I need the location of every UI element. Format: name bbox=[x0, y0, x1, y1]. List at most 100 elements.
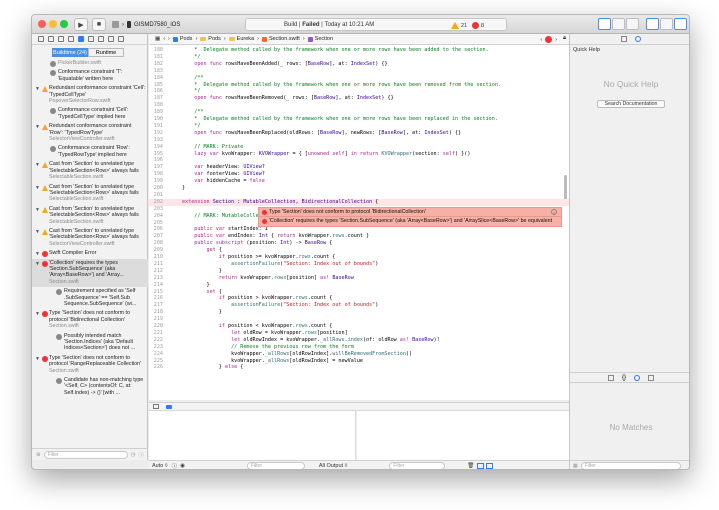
code-line[interactable]: let oldRow = kvoWrapper.rows[position] bbox=[182, 330, 348, 336]
grid-icon[interactable]: ▦ bbox=[573, 463, 578, 469]
object-library-icon[interactable] bbox=[634, 374, 640, 381]
disclosure-triangle-icon[interactable]: ▼ bbox=[35, 356, 40, 362]
code-line[interactable]: * Delegate method called by the framewor… bbox=[182, 116, 498, 122]
code-line[interactable]: var hiddenCache = false bbox=[182, 178, 265, 184]
warning-badge[interactable]: 21 bbox=[451, 22, 467, 29]
code-line[interactable]: } bbox=[182, 268, 222, 274]
file-template-icon[interactable] bbox=[607, 374, 614, 381]
issue-item[interactable]: ▼ Cast from 'Section' to unrelated type '… bbox=[32, 227, 148, 249]
split-left-icon[interactable] bbox=[477, 463, 485, 469]
code-line[interactable]: public var endIndex: Int { return kvoWra… bbox=[182, 233, 369, 239]
code-line[interactable]: */ bbox=[182, 123, 200, 129]
breadcrumb-pods-folder[interactable]: Pods bbox=[200, 36, 221, 42]
eye-icon[interactable]: ◉ bbox=[180, 463, 185, 469]
code-line[interactable]: assertionFailure("Section: Index out of … bbox=[182, 261, 378, 267]
test-navigator-icon[interactable] bbox=[88, 36, 94, 42]
breakpoints-toggle-icon[interactable] bbox=[166, 405, 172, 409]
media-library-icon[interactable] bbox=[648, 374, 654, 381]
code-line[interactable]: open func rowsHaveBeenReplaced(oldRows: … bbox=[182, 130, 461, 136]
file-inspector-icon[interactable] bbox=[620, 36, 627, 42]
issue-item[interactable]: PickerBuilder.swift bbox=[32, 59, 148, 68]
previous-issue-icon[interactable]: ‹ bbox=[540, 37, 542, 43]
issue-stepper[interactable]: ‹ › bbox=[540, 36, 557, 43]
issue-item[interactable]: Conformance constraint 'T': 'Equatable' … bbox=[32, 68, 148, 84]
breadcrumb-file[interactable]: Section.swift bbox=[261, 36, 300, 42]
close-error-icon[interactable]: × bbox=[551, 208, 557, 215]
version-editor-button[interactable] bbox=[626, 18, 639, 30]
code-line[interactable]: // MARK: Private bbox=[182, 144, 243, 150]
close-window-button[interactable] bbox=[38, 20, 46, 28]
code-line[interactable]: */ bbox=[182, 54, 200, 60]
breadcrumb-symbol[interactable]: Section bbox=[307, 36, 333, 42]
project-navigator-icon[interactable] bbox=[38, 36, 44, 42]
code-line[interactable]: var footerView: UIView? bbox=[182, 171, 265, 177]
issue-item[interactable]: Possibly intended match 'Section.Indices… bbox=[32, 332, 148, 354]
recent-icon[interactable]: ◷ bbox=[131, 452, 136, 458]
code-line[interactable]: /** bbox=[182, 75, 203, 81]
code-line[interactable]: if position > kvoWrapper.rows.count { bbox=[182, 295, 333, 301]
code-line[interactable]: public subscript (position: Int) -> Base… bbox=[182, 240, 332, 246]
hide-debug-icon[interactable] bbox=[153, 404, 159, 409]
trash-icon[interactable]: 🗑︎ bbox=[467, 463, 474, 469]
code-line[interactable]: // MARK: MutableCollecti bbox=[182, 213, 268, 219]
code-line[interactable]: let oldRowIndex = kvoWrapper._allRows.in… bbox=[182, 337, 440, 343]
issue-item[interactable]: ▼ Cast from 'Section' to unrelated type '… bbox=[32, 160, 148, 182]
symbol-navigator-icon[interactable] bbox=[58, 36, 64, 42]
breakpoint-navigator-icon[interactable] bbox=[108, 36, 114, 42]
debug-navigator-icon[interactable] bbox=[98, 36, 104, 42]
run-button[interactable]: ▶ bbox=[74, 18, 88, 31]
code-line[interactable]: } bbox=[182, 185, 185, 191]
disclosure-triangle-icon[interactable]: ▼ bbox=[35, 229, 40, 235]
breadcrumb-eureka[interactable]: Eureka bbox=[228, 36, 254, 42]
issue-item[interactable]: ▼ Type 'Section' does not conform to prot… bbox=[32, 354, 148, 376]
code-line[interactable]: * Delegate method called by the framewor… bbox=[182, 47, 488, 53]
toggle-debug-button[interactable] bbox=[660, 18, 673, 30]
code-line[interactable]: open func rowsHaveBeenAdded(_ rows: [Bas… bbox=[182, 61, 387, 67]
code-line[interactable]: if position < kvoWrapper.rows.count { bbox=[182, 323, 333, 329]
code-line[interactable]: */ bbox=[182, 88, 200, 94]
minimize-window-button[interactable] bbox=[49, 20, 57, 28]
next-issue-icon[interactable]: › bbox=[555, 37, 557, 43]
disclosure-triangle-icon[interactable]: ▼ bbox=[35, 185, 40, 191]
issue-item[interactable]: Requirement specified as 'Self .SubSeque… bbox=[32, 287, 148, 309]
code-line[interactable]: } bbox=[182, 309, 222, 315]
code-line[interactable]: } else { bbox=[182, 364, 244, 370]
disclosure-triangle-icon[interactable]: ▼ bbox=[35, 124, 40, 130]
code-line[interactable]: assertionFailure("Section: Index out of … bbox=[182, 302, 378, 308]
disclosure-triangle-icon[interactable]: ▼ bbox=[35, 162, 40, 168]
code-line[interactable]: open func rowsHaveBeenRemoved(_ rows: [B… bbox=[182, 95, 393, 101]
issue-group-header[interactable]: ▼ Swift Compiler Error bbox=[32, 249, 148, 258]
code-line[interactable]: public var startIndex: I bbox=[182, 226, 268, 232]
issue-item[interactable]: ▼ Type 'Section' does not conform to prot… bbox=[32, 309, 148, 331]
lock-icon[interactable]: 🔒︎ bbox=[563, 35, 566, 42]
scheme-selector[interactable]: › GISMD7580_iOS bbox=[112, 18, 180, 31]
disclosure-triangle-icon[interactable]: ▼ bbox=[35, 311, 40, 317]
toggle-utilities-button[interactable] bbox=[674, 18, 687, 30]
info-icon[interactable]: ⓘ bbox=[172, 462, 178, 469]
code-line[interactable]: kvoWrapper._allRows[oldRowIndex].willBeR… bbox=[182, 351, 412, 357]
code-line[interactable]: /** bbox=[182, 109, 203, 115]
console-output-select[interactable]: All Output ◊ bbox=[319, 463, 347, 469]
zoom-window-button[interactable] bbox=[60, 20, 68, 28]
issue-item[interactable]: Conformance constraint 'Row': 'TypedRowT… bbox=[32, 144, 148, 160]
navigator-filter-input[interactable]: Filter bbox=[43, 450, 128, 459]
issue-item[interactable]: ▼ Redundant conformance constraint 'Row':… bbox=[32, 122, 148, 144]
search-documentation-button[interactable]: Search Documentation bbox=[597, 100, 665, 108]
issue-item[interactable]: ▼ 'Collection' requires the types 'Sectio… bbox=[32, 258, 148, 288]
issue-item[interactable]: ▼ Redundant conformance constraint 'Cell'… bbox=[32, 84, 148, 106]
code-line[interactable]: } bbox=[182, 282, 210, 288]
disclosure-triangle-icon[interactable]: ▼ bbox=[35, 251, 40, 257]
issue-item[interactable]: Conformance constraint 'Cell': 'TypedCel… bbox=[32, 106, 148, 122]
code-line[interactable]: extension Section : MutableCollection, B… bbox=[182, 199, 378, 205]
tab-runtime[interactable]: Runtime bbox=[88, 48, 124, 57]
inline-error-bubble[interactable]: Type 'Section' does not conform to proto… bbox=[258, 206, 562, 227]
console-filter-input[interactable]: Filter bbox=[389, 462, 446, 469]
issue-navigator-icon[interactable] bbox=[78, 36, 84, 42]
code-line[interactable]: // Remove the previous row from the form bbox=[182, 344, 354, 350]
error-message-row[interactable]: 'Collection' requires the types 'Section… bbox=[259, 217, 561, 226]
code-snippet-icon[interactable]: {} bbox=[622, 375, 626, 381]
issues-only-icon[interactable]: ⓘ bbox=[138, 451, 144, 459]
code-line[interactable]: var headerView: UIView? bbox=[182, 164, 265, 170]
assistant-editor-button[interactable] bbox=[612, 18, 625, 30]
split-right-icon[interactable] bbox=[486, 463, 494, 469]
